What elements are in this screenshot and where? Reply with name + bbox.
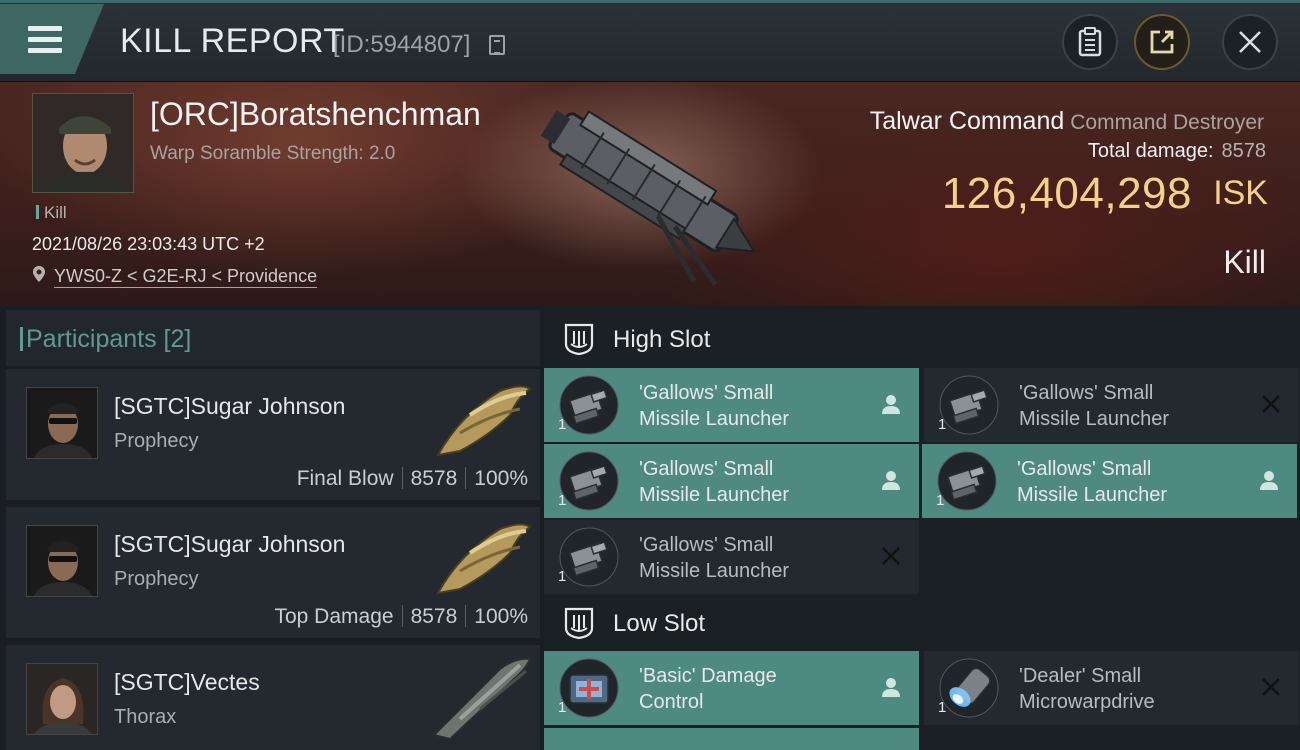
kill-tag: Kill [36,203,67,223]
close-icon [1239,31,1261,53]
participant-ship: Thorax [114,706,177,728]
missile-launcher-icon [559,451,619,511]
victim-ship-name[interactable]: Talwar Command Command Destroyer [870,107,1264,136]
victim-ship-image [540,110,756,287]
participants-label: Participants [2] [19,325,192,353]
module-name: 'Gallows' Small Missile Launcher [639,534,790,582]
module-name: 'Basic' Damage Control [639,665,777,713]
module-item[interactable]: 1 'Gallows' Small Missile Launcher [544,520,919,594]
location-link[interactable]: YWS0-Z < G2E-RJ < Providence [54,266,318,288]
module-name: 'Dealer' Small Microwarpdrive [1019,665,1155,713]
module-name: 'Gallows' Small Missile Launcher [639,458,790,506]
warp-scramble-strength: Warp Soramble Strength: 2.0 [150,143,396,164]
module-item[interactable]: 1 'Gallows' Small Missile Launcher [924,368,1299,442]
header-bar: KILL REPORT [ID:5944807] [0,0,1300,82]
module-item[interactable]: 1 'Gallows' Small Missile Launcher [544,368,919,442]
high-slot-header: High Slot [544,310,1300,366]
high-slot-label: High Slot [613,326,711,353]
participant-ship-image [432,657,532,739]
avatar [26,525,98,597]
participant-row[interactable]: [SGTC]Sugar Johnson Prophecy Final Blow 8… [6,366,540,500]
participant-row[interactable]: ★ [SGTC]Vectes Thorax [6,642,540,750]
module-quantity: 1 [938,699,947,716]
participant-stats: Final Blow 8578 100% [297,467,528,491]
participants-header[interactable]: Participants [2] [6,310,540,366]
missile-launcher-icon [939,375,999,435]
microwarpdrive-icon [939,658,999,718]
avatar: ★ [26,663,98,735]
participant-damage: 8578 [410,467,458,490]
participant-name: [SGTC]Sugar Johnson [114,531,346,557]
victim-ship-class: Command Destroyer [1070,111,1264,134]
participant-ship: Prophecy [114,568,199,590]
module-quantity: 1 [938,416,947,433]
menu-button[interactable] [0,4,104,74]
dropped-person-icon [882,395,900,414]
missile-launcher-icon [559,527,619,587]
participant-damage: 8578 [410,605,458,628]
clipboard-button[interactable] [1062,14,1118,70]
module-name: 'Gallows' Small Missile Launcher [1017,458,1168,506]
participant-role: Final Blow [296,467,394,490]
participant-stats: Top Damage 8578 100% [274,605,528,629]
participant-name: [SGTC]Sugar Johnson [114,393,346,419]
module-name: 'Gallows' Small Missile Launcher [1019,382,1170,430]
share-button[interactable] [1134,14,1190,70]
damage-control-icon [559,658,619,718]
fitting-panel: High Slot 1 'Gallows' Small Missile Launc… [544,310,1300,750]
avatar [26,387,98,459]
module-quantity: 1 [558,492,567,509]
missile-launcher-icon [937,451,997,511]
destroyed-x-icon [882,547,900,565]
participant-name: [SGTC]Vectes [114,669,260,695]
low-slot-icon [564,607,594,640]
destroyed-x-icon [1262,395,1280,413]
dropped-person-icon [882,471,900,490]
module-name: 'Gallows' Small Missile Launcher [639,382,790,430]
module-item[interactable]: 1 'Dealer' Small Microwarpdrive [924,651,1299,725]
module-item[interactable]: 1 'Gallows' Small Missile Launcher [922,444,1297,518]
module-quantity: 1 [558,568,567,585]
victim-name[interactable]: [ORC]Boratshenchman [150,96,481,133]
low-slot-header: Low Slot [544,594,1300,650]
kill-timestamp: 2021/08/26 23:03:43 UTC +2 [32,234,265,254]
victim-portrait[interactable] [32,93,134,193]
copy-icon[interactable] [489,35,505,55]
high-slot-icon [564,323,594,356]
participant-role: Top Damage [274,605,394,628]
clipboard-icon [1078,27,1102,57]
participant-ship: Prophecy [114,430,199,452]
total-damage-value: 8578 [1221,140,1267,162]
dropped-person-icon [882,678,900,697]
low-slot-label: Low Slot [613,610,706,637]
module-quantity: 1 [558,699,567,716]
share-icon [1150,30,1174,54]
missile-launcher-icon [559,375,619,435]
kill-id: [ID:5944807] [333,31,471,58]
total-damage: Total damage: 8578 [1087,140,1267,162]
close-button[interactable] [1222,14,1278,70]
dropped-person-icon [1260,471,1278,490]
victim-banner: [ORC]Boratshenchman Warp Soramble Streng… [0,82,1300,306]
isk-unit: ISK [1213,174,1268,212]
header-accent-line [0,0,1300,3]
participant-ship-image [436,523,532,595]
kill-status: Kill [1223,244,1266,280]
participant-percent: 100% [474,467,528,490]
module-quantity: 1 [558,416,567,433]
module-item-partial[interactable] [544,728,919,750]
location-pin-icon [33,266,45,282]
module-item[interactable]: 1 'Gallows' Small Missile Launcher [544,444,919,518]
participant-percent: 100% [474,605,528,628]
isk-value: 126,404,298 [941,169,1192,218]
destroyed-x-icon [1262,678,1280,696]
module-item[interactable]: 1 'Basic' Damage Control [544,651,919,725]
participant-ship-image [436,385,532,457]
participant-row[interactable]: [SGTC]Sugar Johnson Prophecy Top Damage 8… [6,504,540,638]
module-quantity: 1 [936,492,945,509]
page-title: KILL REPORT [120,22,345,60]
